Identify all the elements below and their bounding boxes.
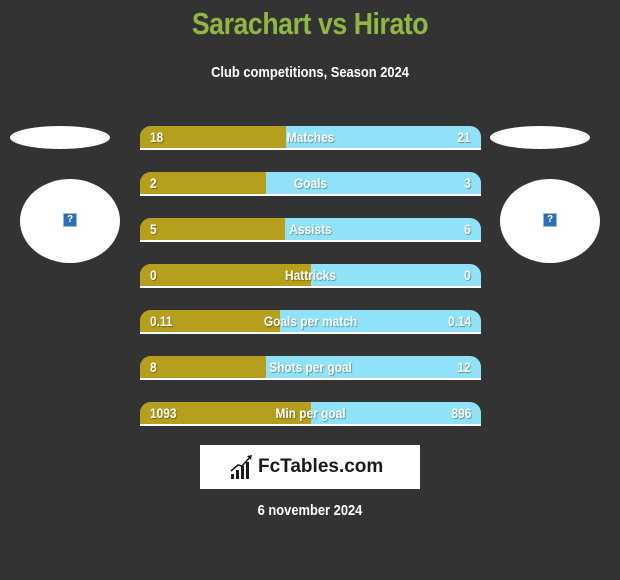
fctables-logo[interactable]: FcTables.com — [200, 445, 420, 489]
right-team-value: 0.14 — [447, 313, 471, 329]
missing-image-icon: ? — [63, 213, 77, 227]
stat-bar: 5 Assists 6 — [140, 218, 481, 242]
stat-bar: 8 Shots per goal 12 — [140, 356, 481, 380]
left-team-value: 2 — [150, 175, 157, 191]
page-subtitle: Club competitions, Season 2024 — [211, 64, 409, 81]
stat-bar: 0 Hattricks 0 — [140, 264, 481, 288]
right-team-value: 896 — [451, 405, 471, 421]
stat-label: Assists — [289, 221, 332, 237]
stat-bar: 18 Matches 21 — [140, 126, 481, 150]
stat-bar: 1093 Min per goal 896 — [140, 402, 481, 426]
stat-label: Goals per match — [263, 313, 358, 329]
stat-bar: 2 Goals 3 — [140, 172, 481, 196]
left-team-value: 0 — [150, 267, 157, 283]
stat-label: Goals — [293, 175, 328, 191]
left-team-name-placeholder — [10, 126, 110, 149]
right-team-name-placeholder — [490, 126, 590, 149]
bar-chart-icon — [230, 455, 252, 479]
left-team-value: 8 — [150, 359, 157, 375]
stat-label: Matches — [286, 129, 335, 145]
right-team-value: 12 — [457, 359, 471, 375]
right-team-logo: ? — [500, 179, 600, 263]
right-team-value: 6 — [464, 221, 471, 237]
stat-bar: 0.11 Goals per match 0.14 — [140, 310, 481, 334]
right-team-value: 0 — [464, 267, 471, 283]
date-label: 6 november 2024 — [257, 502, 363, 519]
stat-label: Shots per goal — [269, 359, 352, 375]
left-team-logo: ? — [20, 179, 120, 263]
left-team-value: 5 — [150, 221, 157, 237]
stat-label: Hattricks — [285, 267, 336, 283]
missing-image-icon: ? — [543, 213, 557, 227]
brand-name: FcTables.com — [258, 456, 384, 477]
right-team-value: 21 — [457, 129, 471, 145]
right-team-value: 3 — [464, 175, 471, 191]
left-team-value: 18 — [150, 129, 164, 145]
page-title: Sarachart vs Hirato — [191, 6, 429, 41]
stat-label: Min per goal — [275, 405, 346, 421]
